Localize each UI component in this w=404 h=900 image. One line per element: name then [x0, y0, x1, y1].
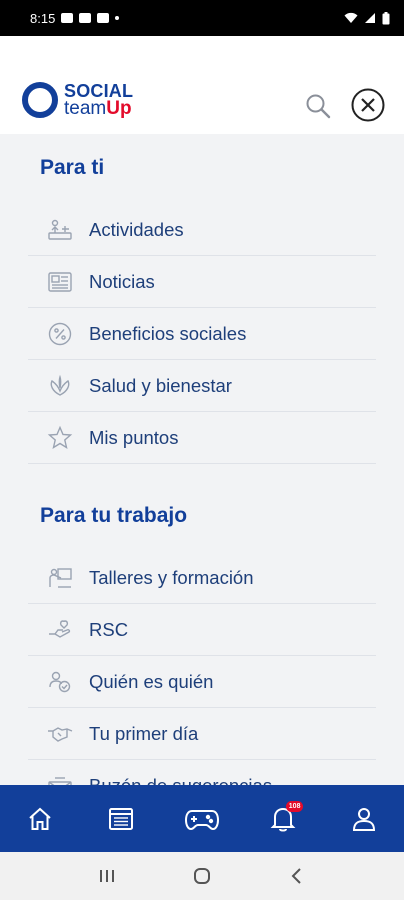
status-time: 8:15: [30, 10, 56, 26]
recent-apps-button[interactable]: [87, 860, 127, 892]
back-button[interactable]: [277, 860, 317, 892]
app-header: SOCIAL teamUp: [0, 36, 404, 134]
nav-calendar-button[interactable]: [81, 785, 162, 852]
nav-games-button[interactable]: [162, 785, 243, 852]
training-icon: [46, 564, 74, 592]
close-icon: [351, 88, 385, 122]
notification-icon: [61, 13, 74, 23]
menu-item-quien-es-quien[interactable]: Quién es quién: [28, 656, 376, 708]
home-system-button[interactable]: [182, 860, 222, 892]
section-title-para-ti: Para ti: [40, 156, 105, 179]
people-icon: [46, 668, 74, 696]
menu-item-label: Beneficios sociales: [89, 322, 247, 344]
battery-icon: [382, 11, 390, 24]
handshake-icon: [46, 720, 74, 748]
menu-item-noticias[interactable]: Noticias: [28, 256, 376, 308]
socialteamup-logo[interactable]: SOCIAL teamUp: [22, 82, 133, 118]
status-bar: 8:15: [0, 0, 404, 36]
menu-item-label: Mis puntos: [89, 426, 179, 448]
search-button[interactable]: [304, 92, 332, 120]
logo-ring-icon: [22, 82, 58, 118]
menu-item-label: Tu primer día: [89, 722, 199, 744]
games-icon: [184, 809, 219, 830]
logo-text: SOCIAL teamUp: [64, 82, 133, 119]
logo-up-text: Up: [106, 98, 132, 119]
menu-item-label: Salud y bienestar: [89, 374, 232, 396]
wellness-icon: [46, 372, 74, 400]
menu-item-label: Quién es quién: [89, 670, 214, 692]
side-menu: Para ti Actividades Noticias Beneficios …: [0, 134, 404, 785]
app-notification-icon: [97, 13, 110, 23]
menu-item-label: RSC: [89, 618, 129, 640]
status-left: 8:15: [30, 10, 120, 26]
csr-icon: [46, 616, 74, 644]
menu-item-tu-primer-dia[interactable]: Tu primer día: [28, 708, 376, 760]
menu-item-label: Actividades: [89, 218, 184, 240]
signal-icon: [365, 13, 375, 23]
home-icon: [29, 807, 52, 830]
calendar-icon: [109, 807, 134, 830]
menu-item-actividades[interactable]: Actividades: [28, 204, 376, 256]
menu-item-beneficios-sociales[interactable]: Beneficios sociales: [28, 308, 376, 360]
activities-icon: [46, 216, 74, 244]
star-icon: [46, 424, 74, 452]
more-notifications-icon: [115, 16, 120, 20]
profile-icon: [352, 807, 375, 831]
video-icon: [79, 13, 92, 23]
nav-home-button[interactable]: [0, 785, 81, 852]
menu-item-talleres-y-formacion[interactable]: Talleres y formación: [28, 552, 376, 604]
recent-apps-icon: [100, 870, 115, 882]
menu-item-rsc[interactable]: RSC: [28, 604, 376, 656]
logo-teamup-text: teamUp: [64, 98, 133, 119]
nav-profile-button[interactable]: [323, 785, 404, 852]
menu-item-salud-y-bienestar[interactable]: Salud y bienestar: [28, 360, 376, 412]
bottom-nav: 108: [0, 785, 404, 852]
home-circle-icon: [193, 868, 210, 884]
suggestions-icon: [46, 772, 74, 785]
menu-item-buzon-de-sugerencias[interactable]: Buzón de sugerencias: [28, 760, 376, 785]
news-icon: [46, 268, 74, 296]
android-navigation-bar: [0, 852, 404, 900]
status-right: [344, 11, 390, 25]
nav-notifications-button[interactable]: 108: [242, 785, 323, 852]
section-title-para-tu-trabajo: Para tu trabajo: [40, 504, 188, 527]
menu-item-label: Talleres y formación: [89, 566, 254, 588]
close-menu-button[interactable]: [351, 88, 385, 122]
notifications-badge: 108: [285, 801, 304, 812]
discount-icon: [46, 320, 74, 348]
menu-item-label: Buzón de sugerencias: [89, 774, 273, 786]
wifi-icon: [344, 12, 358, 23]
logo-team-text: team: [64, 98, 107, 119]
menu-item-mis-puntos[interactable]: Mis puntos: [28, 412, 376, 464]
menu-item-label: Noticias: [89, 270, 155, 292]
back-icon: [291, 868, 301, 884]
search-icon: [306, 94, 331, 119]
